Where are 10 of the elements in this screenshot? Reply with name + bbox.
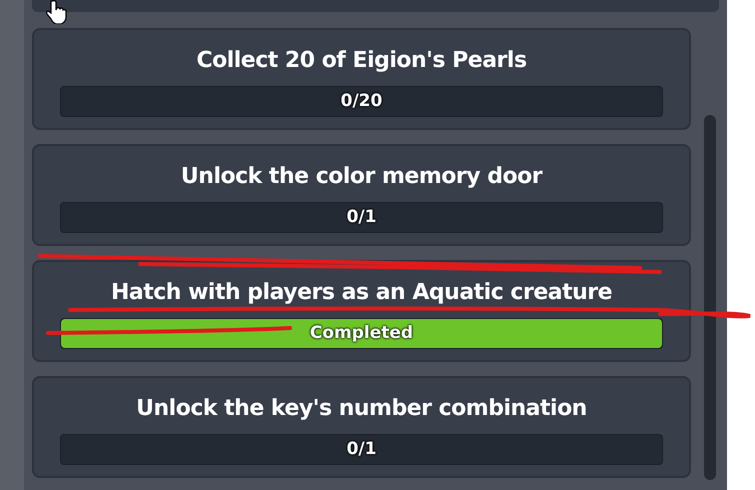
hand-cursor-icon bbox=[46, 0, 68, 24]
progress-text: Completed bbox=[308, 322, 414, 345]
scrollbar[interactable] bbox=[704, 115, 716, 480]
quest-title: Unlock the color memory door bbox=[180, 163, 542, 191]
quest-title: Unlock the key's number combination bbox=[136, 395, 587, 423]
progress-text: 0/20 bbox=[340, 90, 384, 113]
quest-title: Collect 20 of Eigion's Pearls bbox=[196, 47, 527, 75]
quest-title: Hatch with players as an Aquatic creature bbox=[110, 279, 612, 307]
progress-text: 0/1 bbox=[346, 438, 378, 461]
progress-text: 0/1 bbox=[346, 206, 378, 229]
